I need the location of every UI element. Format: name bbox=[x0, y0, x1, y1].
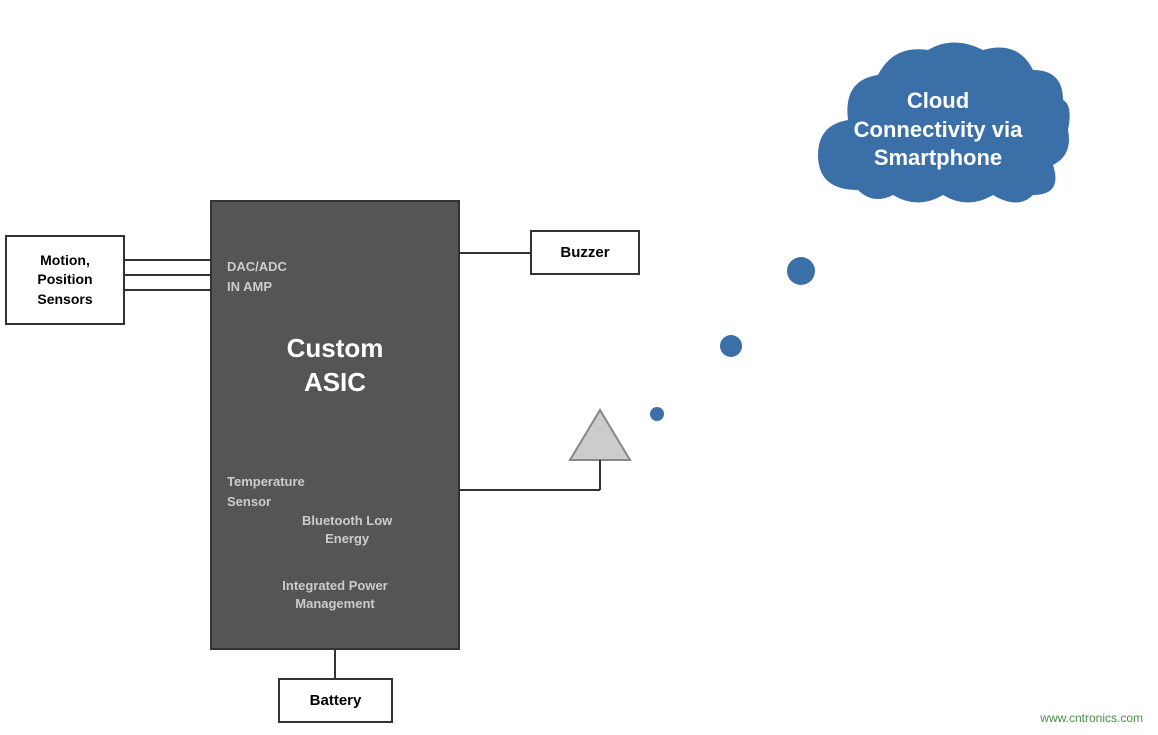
antenna-icon bbox=[565, 405, 635, 485]
watermark: www.cntronics.com bbox=[1040, 711, 1143, 725]
asic-box: DAC/ADC IN AMP Custom ASIC Temperature S… bbox=[210, 200, 460, 650]
cloud-connectivity: Cloud Connectivity via Smartphone bbox=[798, 30, 1078, 230]
cloud-text: Cloud Connectivity via Smartphone bbox=[838, 87, 1038, 173]
dot-medium bbox=[720, 335, 742, 357]
battery-box: Battery bbox=[278, 678, 393, 723]
dot-large bbox=[787, 257, 815, 285]
dac-adc-label: DAC/ADC IN AMP bbox=[227, 257, 287, 296]
power-management-label: Integrated Power Management bbox=[212, 577, 458, 613]
bluetooth-label: Bluetooth Low Energy bbox=[302, 512, 392, 548]
asic-title: Custom ASIC bbox=[212, 332, 458, 400]
buzzer-label: Buzzer bbox=[560, 244, 609, 261]
battery-label: Battery bbox=[310, 692, 362, 709]
dot-small bbox=[650, 407, 664, 421]
sensors-box: Motion, Position Sensors bbox=[5, 235, 125, 325]
temperature-sensor-label: Temperature Sensor bbox=[227, 472, 305, 511]
buzzer-box: Buzzer bbox=[530, 230, 640, 275]
sensors-text: Motion, Position Sensors bbox=[37, 251, 92, 310]
